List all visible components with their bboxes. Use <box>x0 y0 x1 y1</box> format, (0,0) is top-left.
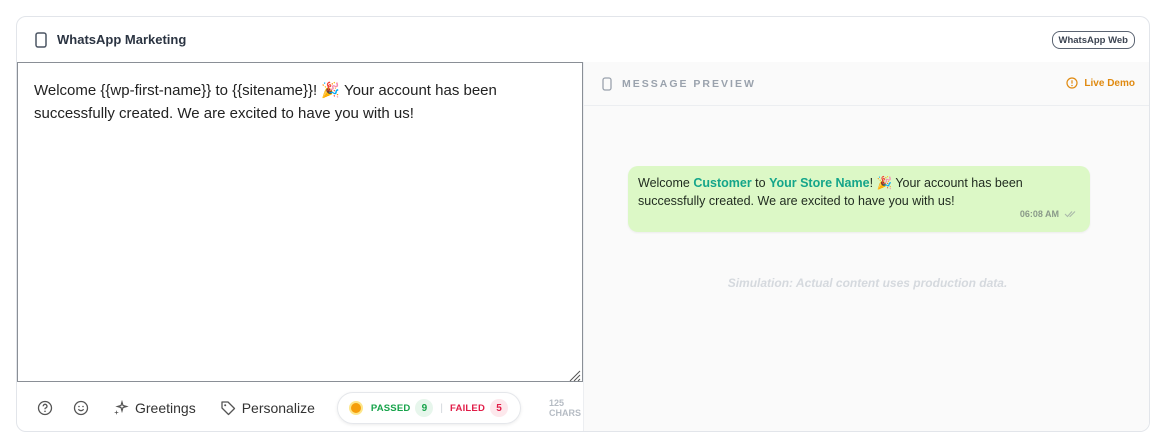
resize-handle-icon[interactable] <box>567 366 581 382</box>
message-part-1: Welcome <box>638 176 694 190</box>
phone-icon <box>35 31 47 48</box>
card-header: WhatsApp Marketing WhatsApp Web <box>17 17 1149 63</box>
card-title: WhatsApp Marketing <box>57 32 187 47</box>
editor-toolbar: Greetings Personalize PASSED 9 | FAILED … <box>17 385 583 431</box>
message-text[interactable]: Welcome {{wp-first-name}} to {{sitename}… <box>34 82 497 122</box>
message-preview-panel: MESSAGE PREVIEW Live Demo Welcome Custom… <box>583 62 1149 431</box>
customer-placeholder: Customer <box>693 176 752 190</box>
emoji-icon[interactable] <box>73 400 89 416</box>
preview-header: MESSAGE PREVIEW Live Demo <box>584 62 1149 106</box>
live-demo-indicator: Live Demo <box>1066 77 1135 89</box>
failed-label: FAILED <box>450 402 486 414</box>
tag-icon <box>221 401 235 416</box>
status-separator: | <box>440 402 444 414</box>
help-icon[interactable] <box>37 400 53 416</box>
phone-preview-icon <box>602 76 612 91</box>
validation-status-pill: PASSED 9 | FAILED 5 <box>336 392 522 424</box>
live-demo-label: Live Demo <box>1084 77 1135 89</box>
store-placeholder: Your Store Name <box>769 176 870 190</box>
personalize-button[interactable]: Personalize <box>220 400 315 416</box>
passed-label: PASSED <box>370 402 411 414</box>
message-editor[interactable]: Welcome {{wp-first-name}} to {{sitename}… <box>17 62 583 382</box>
whatsapp-web-badge: WhatsApp Web <box>1051 31 1135 49</box>
preview-title: MESSAGE PREVIEW <box>622 77 756 90</box>
personalize-label: Personalize <box>241 400 315 416</box>
failed-count: 5 <box>490 399 509 417</box>
simulation-note: Simulation: Actual content uses producti… <box>727 276 1008 290</box>
message-bubble: Welcome Customer to Your Store Name! 🎉 Y… <box>628 166 1090 232</box>
char-count: 125 CHARS <box>549 398 582 418</box>
message-part-2: to <box>751 176 770 190</box>
whatsapp-marketing-card: WhatsApp Marketing WhatsApp Web Welcome … <box>16 16 1150 432</box>
info-icon <box>1066 77 1079 89</box>
timestamp-text: 06:08 AM <box>1019 209 1059 219</box>
greetings-button[interactable]: Greetings <box>113 400 196 416</box>
passed-count: 9 <box>415 399 434 417</box>
sparkles-icon <box>114 400 129 415</box>
double-check-icon <box>1064 211 1076 218</box>
status-dot-icon <box>348 401 363 415</box>
greetings-label: Greetings <box>135 400 196 416</box>
message-timestamp: 06:08 AM <box>1020 205 1078 223</box>
